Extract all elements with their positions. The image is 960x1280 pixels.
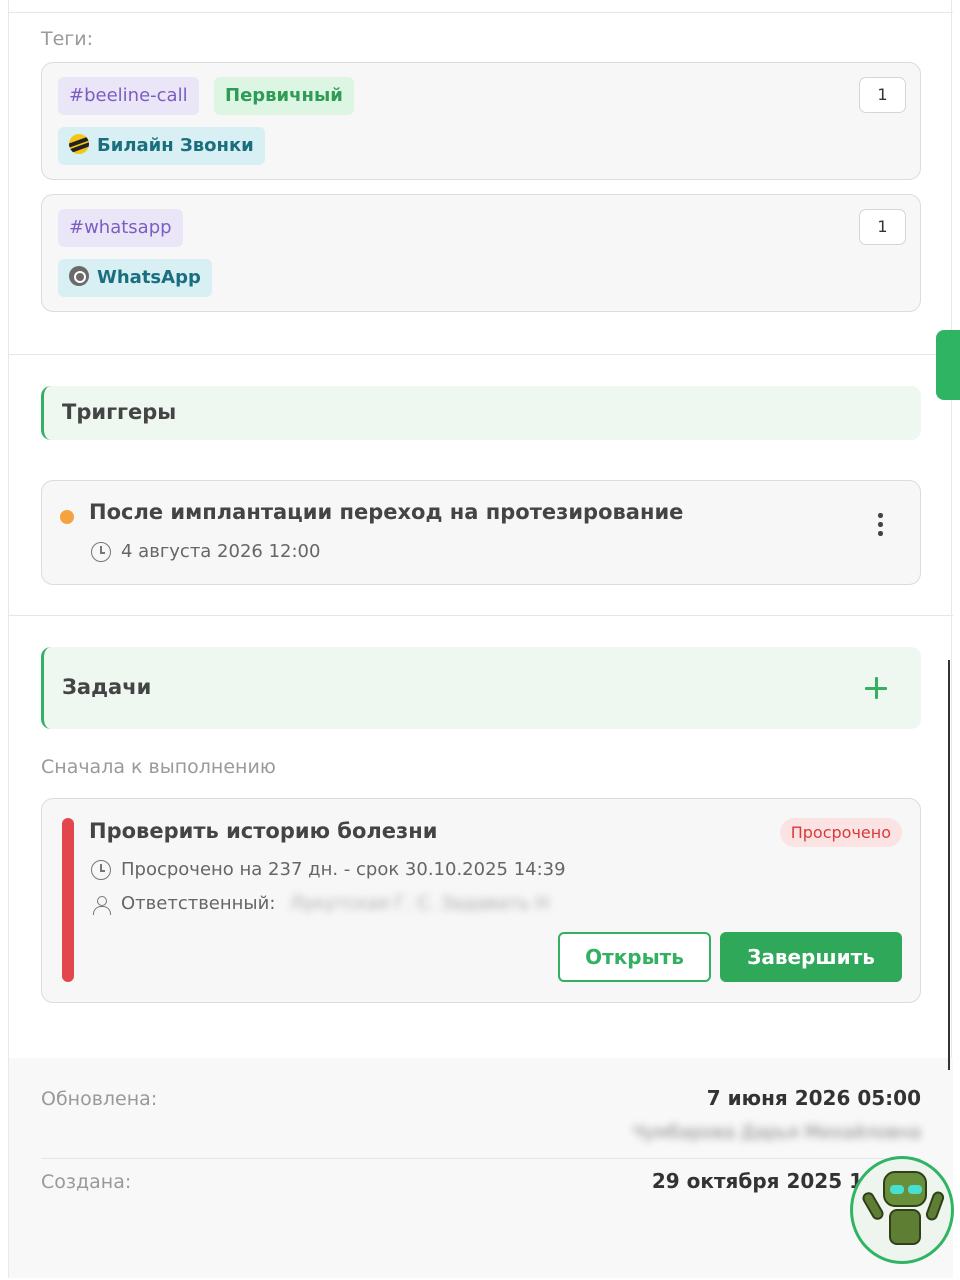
record-meta-footer: Обновлена: 7 июня 2026 05:00 Чумбарова Д… — [9, 1058, 953, 1278]
divider — [9, 615, 953, 616]
triggers-section-header: Триггеры — [41, 386, 921, 440]
assistant-robot-avatar[interactable] — [850, 1156, 954, 1264]
source-label: Билайн Звонки — [97, 135, 254, 156]
tags-label: Теги: — [41, 28, 94, 50]
more-options-icon[interactable] — [876, 513, 884, 539]
user-icon — [91, 895, 111, 915]
responsible-label: Ответственный: — [121, 893, 276, 914]
complete-task-button[interactable]: Завершить — [720, 932, 902, 982]
source-label: WhatsApp — [97, 267, 201, 288]
created-value: 29 октября 2025 1 — [651, 1169, 863, 1193]
trigger-datetime: 4 августа 2026 12:00 — [121, 541, 321, 562]
whatsapp-logo-icon — [69, 266, 89, 286]
beeline-logo-icon — [69, 134, 89, 154]
robot-eye — [890, 1185, 904, 1194]
add-task-icon[interactable] — [865, 677, 887, 699]
source-chip-whatsapp[interactable]: WhatsApp — [58, 259, 212, 297]
task-due: Просрочено на 237 дн. - срок 30.10.2025 … — [121, 859, 566, 880]
created-label: Создана: — [41, 1171, 132, 1193]
divider — [41, 1158, 921, 1159]
tag-count-badge: 1 — [859, 209, 906, 245]
divider — [9, 12, 953, 13]
updated-value: 7 июня 2026 05:00 — [706, 1086, 921, 1110]
source-chip-beeline[interactable]: Билайн Звонки — [58, 127, 265, 165]
tasks-sort-label[interactable]: Сначала к выполнению — [41, 756, 276, 778]
scrollbar[interactable] — [948, 660, 950, 1070]
robot-arm — [924, 1189, 946, 1223]
clock-icon — [91, 542, 111, 562]
status-badge: Просрочено — [779, 818, 902, 847]
robot-head — [883, 1171, 927, 1207]
updated-label: Обновлена: — [41, 1088, 158, 1110]
trigger-title: После имплантации переход на протезирова… — [89, 500, 684, 524]
clock-icon — [91, 860, 111, 880]
tasks-section-header: Задачи — [41, 647, 921, 729]
tag-chip-beeline-call[interactable]: #beeline-call — [58, 77, 199, 115]
responsible-name-blurred: Лукутская Г. С. Задавать Н — [290, 893, 550, 914]
updated-by-blurred: Чумбарова Дарья Михайловна — [632, 1122, 921, 1143]
tag-group-whatsapp: #whatsapp WhatsApp 1 — [41, 194, 921, 312]
triggers-title: Триггеры — [62, 400, 177, 424]
robot-body — [889, 1209, 921, 1245]
tag-chip-whatsapp[interactable]: #whatsapp — [58, 209, 183, 247]
side-panel-toggle[interactable] — [936, 330, 960, 400]
tag-group-beeline: #beeline-call Первичный Билайн Звонки 1 — [41, 62, 921, 180]
task-priority-bar — [62, 818, 74, 982]
robot-arm — [860, 1190, 886, 1222]
divider — [9, 354, 953, 355]
task-card: Проверить историю болезни Просрочено Про… — [41, 798, 921, 1003]
tasks-title: Задачи — [62, 675, 152, 699]
tag-count-badge: 1 — [859, 77, 906, 113]
trigger-status-dot — [60, 510, 74, 524]
trigger-card[interactable]: После имплантации переход на протезирова… — [41, 480, 921, 585]
task-title[interactable]: Проверить историю болезни — [89, 819, 437, 843]
open-task-button[interactable]: Открыть — [558, 932, 711, 982]
deal-details-panel: Теги: #beeline-call Первичный Билайн Зво… — [8, 0, 953, 1278]
tag-chip-primary[interactable]: Первичный — [214, 77, 354, 115]
robot-eye — [908, 1185, 922, 1194]
